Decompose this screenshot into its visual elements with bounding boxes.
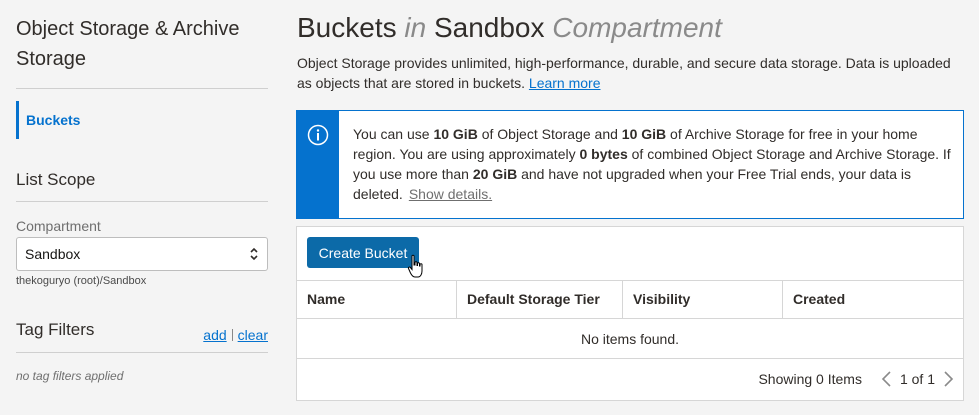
info-icon [307, 124, 329, 146]
tag-add-link[interactable]: add [203, 327, 226, 343]
description-text: Object Storage provides unlimited, high-… [297, 55, 951, 91]
empty-message: No items found. [297, 319, 963, 359]
title-resource: Buckets [297, 12, 397, 43]
separator [231, 329, 233, 341]
items-count: Showing 0 Items [758, 371, 862, 387]
create-bucket-button[interactable]: Create Bucket [307, 237, 419, 268]
no-tags-text: no tag filters applied [16, 369, 124, 383]
sidebar-item-buckets[interactable]: Buckets [16, 101, 268, 139]
divider [16, 201, 268, 202]
page-title: Buckets in Sandbox Compartment [297, 10, 722, 46]
table-footer: Showing 0 Items 1 of 1 [758, 370, 955, 388]
tag-filters-title: Tag Filters [16, 320, 95, 339]
tag-filter-links: add clear [203, 327, 268, 343]
compartment-label: Compartment [16, 218, 101, 234]
learn-more-link[interactable]: Learn more [529, 75, 601, 91]
list-scope-title: List Scope [16, 170, 96, 189]
chevron-right-icon[interactable] [941, 370, 955, 388]
column-header-name[interactable]: Name [297, 281, 457, 318]
info-text: You can use 10 GiB of Object Storage and… [353, 126, 951, 202]
show-details-link[interactable]: Show details. [409, 186, 492, 202]
compartment-select-value: Sandbox [25, 246, 81, 262]
info-strip [297, 111, 339, 218]
column-header-storage-tier[interactable]: Default Storage Tier [457, 281, 623, 318]
sidebar-title: Object Storage & Archive Storage [16, 18, 240, 70]
title-suffix: Compartment [552, 12, 722, 43]
column-header-created[interactable]: Created [783, 281, 963, 318]
hand-cursor-icon [407, 254, 423, 278]
sidebar: Object Storage & Archive Storage Buckets… [0, 0, 284, 415]
info-alert: You can use 10 GiB of Object Storage and… [296, 110, 964, 219]
page-indicator: 1 of 1 [899, 371, 935, 387]
chevron-left-icon[interactable] [880, 370, 894, 388]
buckets-panel: Create Bucket Name Default Storage Tier … [296, 226, 964, 401]
table-header: Name Default Storage Tier Visibility Cre… [297, 280, 963, 319]
compartment-select[interactable]: Sandbox [16, 237, 268, 271]
title-compartment: Sandbox [433, 12, 545, 43]
chevron-up-down-icon [250, 247, 258, 261]
divider [16, 352, 268, 353]
tag-clear-link[interactable]: clear [238, 327, 268, 343]
column-header-visibility[interactable]: Visibility [623, 281, 783, 318]
divider [16, 88, 268, 89]
compartment-path: thekoguryo (root)/Sandbox [16, 275, 147, 287]
title-in: in [404, 12, 427, 43]
page-description: Object Storage provides unlimited, high-… [297, 53, 963, 93]
